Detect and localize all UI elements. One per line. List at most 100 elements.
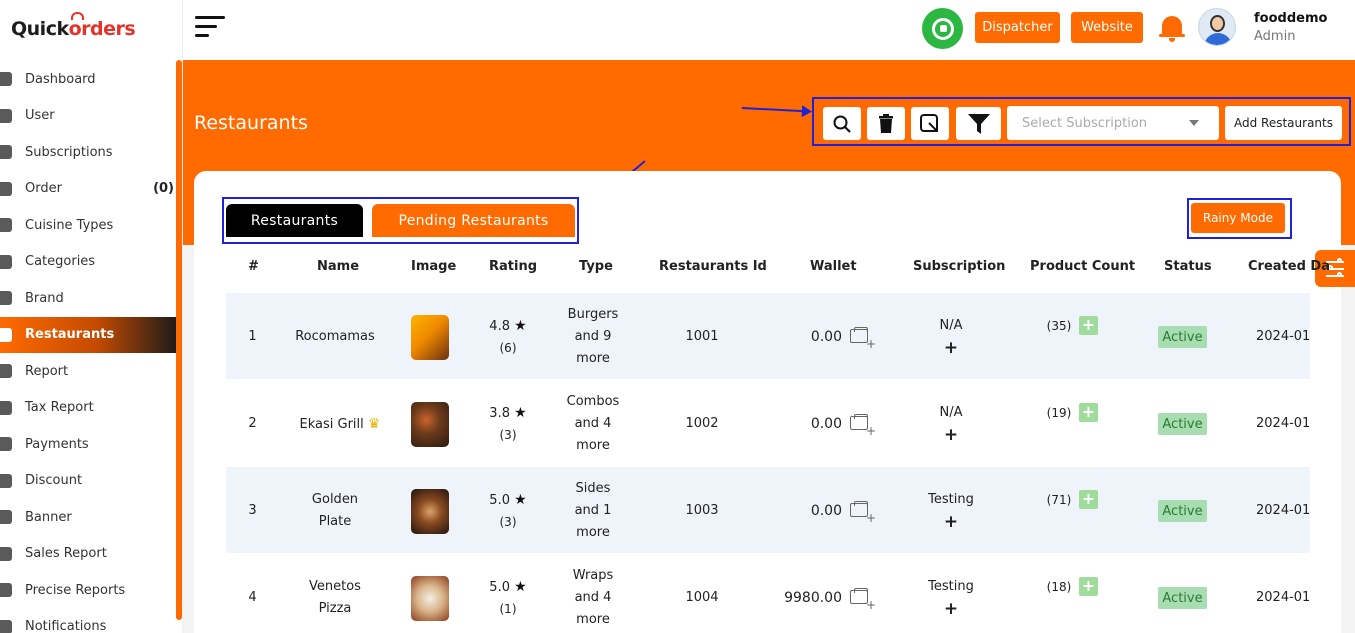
add-product-icon[interactable]: + — [1079, 403, 1098, 422]
delete-button[interactable] — [867, 107, 905, 140]
sidebar-item-brand[interactable]: Brand — [0, 280, 178, 317]
col-header-created-date[interactable]: Created Da — [1248, 259, 1330, 274]
add-subscription-icon[interactable]: + — [911, 511, 991, 533]
app-logo[interactable]: Quick o rders — [11, 12, 136, 44]
sidebar-item-label: Tax Report — [25, 400, 94, 416]
crown-icon: ♛ — [367, 416, 381, 432]
created-date: 2024-01-2 — [1256, 329, 1310, 344]
export-button[interactable] — [911, 107, 949, 140]
sidebar-item-subscriptions[interactable]: Subscriptions — [0, 134, 178, 171]
table-row[interactable] — [226, 293, 1310, 379]
col-header-status: Status — [1164, 259, 1212, 274]
tab-restaurants[interactable]: Restaurants — [226, 204, 363, 237]
sidebar-item-label: Brand — [25, 290, 64, 306]
add-subscription-icon[interactable]: + — [911, 424, 991, 446]
product-count: (35) — [1046, 319, 1072, 333]
col-header-rating[interactable]: Rating — [489, 259, 537, 274]
cuisine-type-line[interactable]: more — [563, 348, 623, 370]
website-button[interactable]: Website — [1071, 12, 1143, 43]
user-role: Admin — [1254, 29, 1296, 44]
sidebar-item-user[interactable]: User — [0, 98, 178, 135]
sidebar-item-label: User — [25, 108, 55, 124]
sidebar-item-label: Notifications — [25, 619, 107, 633]
restaurant-id: 1003 — [685, 503, 719, 518]
restaurant-name[interactable]: Ekasi Grill ♛ — [290, 413, 390, 436]
created-date: 2024-01-2 — [1256, 590, 1310, 605]
menu-toggle-icon[interactable] — [195, 14, 225, 40]
sidebar-item-discount[interactable]: Discount — [0, 463, 178, 500]
restaurant-image — [411, 402, 449, 447]
notification-bell-icon[interactable] — [1159, 14, 1185, 42]
add-subscription-icon[interactable]: + — [911, 598, 991, 620]
cuisine-type-line[interactable]: more — [563, 609, 623, 631]
sidebar-item-banner[interactable]: Banner — [0, 499, 178, 536]
sidebar-item-notifications[interactable]: Notifications — [0, 609, 178, 633]
sidebar-item-label: Report — [25, 363, 69, 379]
sidebar-item-label: Restaurants — [25, 327, 115, 343]
add-restaurants-button[interactable]: Add Restaurants — [1225, 106, 1342, 140]
row-num: 3 — [248, 503, 257, 518]
brand-icon — [0, 291, 12, 306]
sidebar-item-precise-reports[interactable]: Precise Reports — [0, 572, 178, 609]
sidebar-item-label: Banner — [25, 509, 72, 525]
status-badge[interactable]: Active — [1158, 587, 1207, 609]
restaurant-name-line2[interactable]: Pizza — [290, 598, 380, 620]
avatar[interactable] — [1198, 8, 1236, 46]
table-row[interactable] — [226, 554, 1310, 633]
rainy-mode-button[interactable]: Rainy Mode — [1191, 203, 1285, 233]
wallet-add-icon[interactable]: + — [850, 327, 876, 350]
sidebar-item-dashboard[interactable]: Dashboard — [0, 61, 178, 98]
star-icon: ★ — [514, 405, 527, 421]
logo-text-c: rders — [81, 18, 136, 40]
wallet-add-icon[interactable]: + — [850, 414, 876, 437]
subscription-select[interactable]: Select Subscription — [1007, 106, 1219, 140]
col-header-product-count[interactable]: Product Count — [1030, 259, 1135, 274]
created-date: 2024-01-2 — [1256, 503, 1310, 518]
rating-value: 5.0 ★ — [484, 489, 532, 512]
rating-count: (1) — [499, 602, 517, 616]
add-product-icon[interactable]: + — [1079, 490, 1098, 509]
table-row[interactable] — [226, 467, 1310, 553]
sidebar-item-restaurants[interactable]: Restaurants — [0, 316, 178, 353]
sidebar-item-categories[interactable]: Categories — [0, 244, 178, 281]
status-badge[interactable]: Active — [1158, 413, 1207, 435]
sidebar-item-cuisine-types[interactable]: Cuisine Types — [0, 207, 178, 244]
wallet-add-icon[interactable]: + — [850, 501, 876, 524]
sidebar-scrollbar[interactable] — [176, 60, 182, 620]
add-product-icon[interactable]: + — [1079, 577, 1098, 596]
tax-report-icon — [0, 400, 12, 415]
sidebar-item-order[interactable]: Order (0) — [0, 171, 178, 208]
restaurant-name-line2[interactable]: Plate — [290, 511, 380, 533]
sidebar-item-label: Discount — [25, 473, 83, 489]
tab-pending-restaurants[interactable]: Pending Restaurants — [372, 204, 575, 237]
whatsapp-icon[interactable] — [922, 8, 963, 49]
cuisine-type-line[interactable]: more — [563, 435, 623, 457]
sidebar-item-label: Categories — [25, 254, 96, 270]
sidebar-item-tax-report[interactable]: Tax Report — [0, 390, 178, 427]
sidebar-item-payments[interactable]: Payments — [0, 426, 178, 463]
col-header-restaurants-id[interactable]: Restaurants Id — [659, 259, 767, 274]
cuisine-type-line[interactable]: more — [563, 522, 623, 544]
sidebar-item-sales-report[interactable]: Sales Report — [0, 536, 178, 573]
wallet-add-icon[interactable]: + — [850, 588, 876, 611]
status-badge[interactable]: Active — [1158, 500, 1207, 522]
dispatcher-button[interactable]: Dispatcher — [975, 12, 1060, 43]
rating-value: 5.0 ★ — [484, 576, 532, 599]
filter-button[interactable] — [956, 107, 1001, 140]
order-count-badge: (0) — [153, 181, 174, 197]
add-product-icon[interactable]: + — [1079, 316, 1098, 335]
restaurant-id: 1002 — [685, 416, 719, 431]
search-button[interactable] — [823, 107, 861, 140]
col-header-name[interactable]: Name — [317, 259, 359, 274]
col-header-wallet[interactable]: Wallet — [810, 259, 857, 274]
star-icon: ★ — [514, 318, 527, 334]
restaurant-name[interactable]: Rocomamas — [290, 326, 380, 348]
status-badge[interactable]: Active — [1158, 326, 1207, 348]
user-name[interactable]: fooddemo — [1254, 11, 1327, 26]
restaurant-name[interactable]: Golden — [290, 489, 380, 511]
product-count: (19) — [1046, 406, 1072, 420]
logo-text-b: o — [68, 12, 84, 40]
sidebar-item-report[interactable]: Report — [0, 353, 178, 390]
add-subscription-icon[interactable]: + — [911, 337, 991, 359]
restaurant-name[interactable]: Venetos — [290, 576, 380, 598]
